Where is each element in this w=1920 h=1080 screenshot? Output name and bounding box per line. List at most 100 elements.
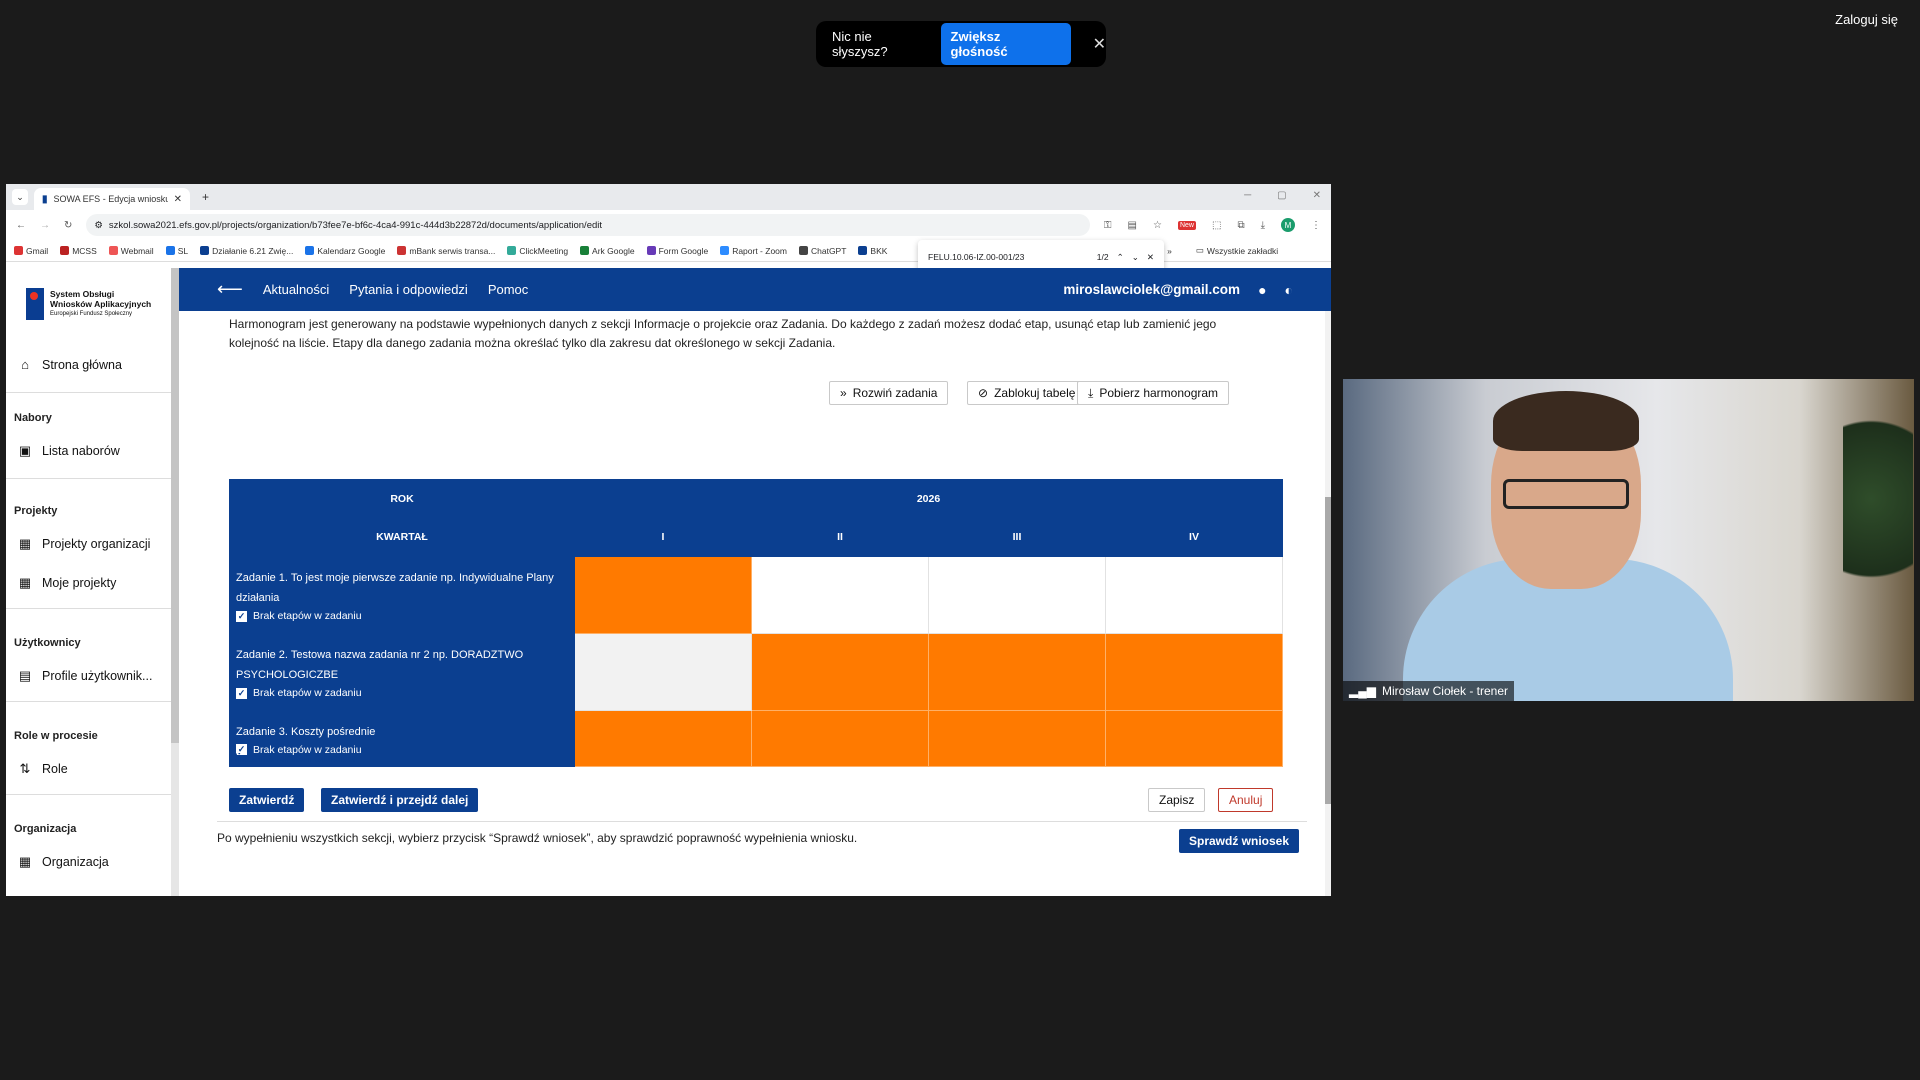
login-link[interactable]: Zaloguj się [1835, 12, 1898, 27]
key-icon[interactable]: ⚿ [1104, 220, 1112, 231]
divider [6, 478, 171, 479]
find-close-icon[interactable]: ✕ [1147, 252, 1154, 263]
contrast-icon[interactable]: ◐ [1285, 282, 1293, 298]
button-label: Zablokuj tabelę [994, 386, 1076, 400]
no-stages-checkbox[interactable]: ✓ Brak etapów w zadaniu [236, 610, 568, 622]
site-info-icon[interactable]: ⚙ [94, 220, 103, 231]
bookmark-item[interactable]: Kalendarz Google [305, 246, 385, 256]
nav-link-help[interactable]: Pomoc [488, 282, 528, 297]
bookmark-item[interactable]: Raport - Zoom [720, 246, 787, 256]
confirm-button[interactable]: Zatwierdź [229, 788, 305, 812]
menu-icon[interactable]: ⋮ [1311, 220, 1321, 231]
extension-icon[interactable]: ⬚ [1212, 220, 1221, 231]
content-scrollbar[interactable] [1325, 311, 1331, 896]
cancel-button[interactable]: Anuluj [1218, 788, 1274, 812]
find-prev-icon[interactable]: ⌃ [1117, 252, 1124, 263]
user-email[interactable]: miroslawciolek@gmail.com [1063, 282, 1240, 297]
task-name: Zadanie 1. To jest moje pierwsze zadanie… [236, 572, 554, 604]
tab-active[interactable]: ▮ SOWA EFS - Edycja wniosku o d ✕ [34, 188, 190, 210]
find-next-icon[interactable]: ⌄ [1132, 252, 1139, 263]
no-stages-checkbox[interactable]: ✓ Brak etapów w zadaniu [236, 687, 568, 699]
divider [6, 608, 171, 609]
expand-tasks-button[interactable]: » Rozwiń zadania [829, 381, 949, 405]
building-icon: ▦ [18, 854, 32, 869]
all-bookmarks[interactable]: ▭ Wszystkie zakładki [1196, 245, 1278, 256]
quarter-header: IV [1105, 517, 1283, 557]
logo-line: System Obsługi [50, 289, 115, 299]
person-hair [1493, 391, 1639, 451]
bookmark-item[interactable]: mBank serwis transa... [397, 246, 495, 256]
bookmark-item[interactable]: Działanie 6.21 Zwię... [200, 246, 293, 256]
download-icon: ⤓ [1088, 385, 1094, 400]
divider [6, 701, 171, 702]
puzzle-icon[interactable]: ⧉ [1237, 220, 1244, 231]
check-icon: ✓ [236, 687, 247, 699]
table-row: Zadanie 1. To jest moje pierwsze zadanie… [229, 556, 1283, 634]
extension-new-icon[interactable]: New [1177, 220, 1196, 230]
sidebar-item-user-profiles[interactable]: ▤ Profile użytkownik... [18, 668, 153, 684]
minimize-icon[interactable]: ─ [1244, 190, 1251, 201]
close-icon[interactable]: ✕ [1093, 34, 1106, 54]
download-icon[interactable]: ⤓ [1261, 220, 1265, 231]
page-icon[interactable]: ▤ [1128, 220, 1137, 231]
tab-search-icon[interactable]: ⌄ [12, 189, 28, 205]
sidebar-item-my-projects[interactable]: ▦ Moje projekty [18, 575, 117, 591]
bookmark-item[interactable]: Gmail [14, 246, 48, 256]
bookmark-item[interactable]: ChatGPT [798, 246, 846, 256]
url-field[interactable]: ⚙ szkol.sowa2021.efs.gov.pl/projects/org… [86, 214, 1090, 236]
nav-link-faq[interactable]: Pytania i odpowiedzi [349, 282, 468, 297]
save-button[interactable]: Zapisz [1148, 788, 1206, 812]
user-icon[interactable]: ● [1258, 282, 1266, 298]
sidebar-item-org-projects[interactable]: ▦ Projekty organizacji [18, 536, 151, 552]
sidebar-item-label: Projekty organizacji [42, 537, 151, 551]
quarter-header: II [751, 517, 929, 557]
sidebar-item-roles[interactable]: ⇅ Role [18, 761, 68, 777]
sidebar-item-home[interactable]: ⌂ Strona główna [18, 357, 122, 372]
sidebar-item-label: Moje projekty [42, 576, 117, 590]
gantt-cell [928, 710, 1106, 767]
sidebar-item-calls[interactable]: ▣ Lista naborów [18, 443, 120, 459]
confirm-next-button[interactable]: Zatwierdź i przejdź dalej [321, 788, 479, 812]
home-icon: ⌂ [21, 357, 29, 372]
new-tab-icon[interactable]: + [202, 190, 209, 204]
gantt-cell [574, 633, 752, 711]
bookmark-item[interactable]: BKK [858, 246, 887, 256]
more-bookmarks-icon[interactable]: » [1167, 246, 1172, 256]
task-cell: Zadanie 1. To jest moje pierwsze zadanie… [229, 556, 575, 634]
profile-avatar[interactable]: M [1281, 218, 1295, 232]
star-icon[interactable]: ☆ [1153, 220, 1162, 231]
nav-link-news[interactable]: Aktualności [263, 282, 329, 297]
history-link[interactable]: Historia zmian obiektu [229, 751, 358, 766]
close-window-icon[interactable]: ✕ [1313, 190, 1321, 201]
logo-line: Wniosków Aplikacyjnych [50, 299, 152, 309]
maximize-icon[interactable]: ▢ [1277, 190, 1286, 201]
bookmark-item[interactable]: Form Google [646, 246, 708, 256]
check-icon: ✓ [236, 610, 247, 622]
close-tab-icon[interactable]: ✕ [174, 194, 182, 205]
gantt-cell [751, 556, 929, 634]
bookmark-item[interactable]: MCSS [60, 246, 97, 256]
back-arrow-icon[interactable]: ⟵ [217, 279, 243, 300]
check-application-button[interactable]: Sprawdź wniosek [1179, 829, 1300, 853]
forward-icon[interactable]: → [40, 220, 50, 231]
gantt-cell [574, 710, 752, 767]
sidebar-scrollbar[interactable] [171, 268, 179, 896]
bookmark-item[interactable]: Ark Google [580, 246, 635, 256]
find-count: 1/2 [1096, 252, 1109, 262]
section-title: Użytkownicy [14, 637, 81, 649]
reload-icon[interactable]: ↻ [64, 220, 72, 231]
sidebar-item-organization[interactable]: ▦ Organizacja [18, 854, 109, 870]
lock-table-button[interactable]: ⊘ Zablokuj tabelę [967, 381, 1087, 405]
logo[interactable]: System Obsługi Wniosków Aplikacyjnych Eu… [26, 288, 151, 320]
bookmark-item[interactable]: Webmail [108, 246, 154, 256]
top-navigation: ⟵ Aktualności Pytania i odpowiedzi Pomoc… [179, 268, 1331, 311]
participant-name: Mirosław Ciołek - trener [1381, 684, 1508, 698]
section-title: Projekty [14, 505, 58, 517]
bookmark-item[interactable]: ClickMeeting [507, 246, 568, 256]
tab-title: SOWA EFS - Edycja wniosku o d [53, 194, 168, 204]
find-input[interactable]: FELU.10.06-IZ.00-001/23 [928, 252, 1089, 262]
back-icon[interactable]: ← [16, 220, 26, 231]
bookmark-item[interactable]: SL [165, 246, 188, 256]
download-schedule-button[interactable]: ⤓ Pobierz harmonogram [1077, 381, 1230, 405]
increase-volume-button[interactable]: Zwiększ głośność [940, 23, 1071, 65]
